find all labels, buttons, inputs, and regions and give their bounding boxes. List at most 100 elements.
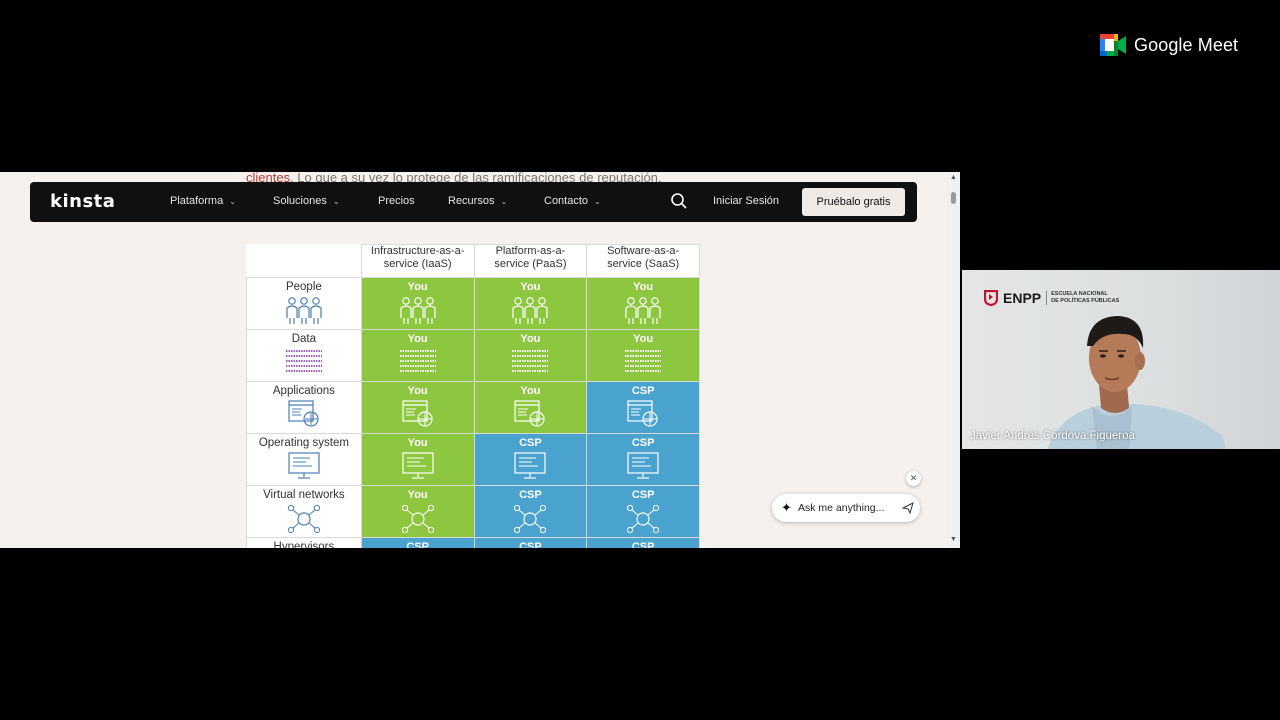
operating-system-icon [362, 451, 474, 480]
responsibility-label: You [407, 280, 428, 293]
applications-icon [587, 399, 699, 428]
responsibility-table: Infrastructure-as-a-service (IaaS) Platf… [246, 244, 700, 548]
responsibility-label: CSP [519, 488, 542, 501]
responsibility-label: You [520, 332, 541, 345]
scroll-thumb[interactable] [951, 192, 956, 204]
people-icon [247, 296, 361, 324]
table-row: People You You You [246, 276, 700, 330]
people-icon [475, 296, 587, 324]
data-icon [475, 348, 587, 374]
people-icon [362, 296, 474, 324]
responsibility-table-image: Infrastructure-as-a-service (IaaS) Platf… [246, 244, 700, 548]
table-body: People You You You Data You You You Applications… [246, 276, 700, 549]
send-icon[interactable] [901, 501, 914, 519]
row-label-data: Data [246, 328, 362, 382]
table-cell: CSP [473, 484, 588, 538]
responsibility-label: You [407, 488, 428, 501]
shared-screen: clientes. Lo que a su vez lo protege de … [0, 172, 960, 548]
nav-item-label: Recursos [448, 195, 495, 207]
table-corner [246, 244, 362, 277]
nav-item-label: Soluciones [273, 195, 327, 207]
operating-system-icon [587, 451, 699, 480]
enpp-shield-icon [984, 290, 998, 306]
login-link[interactable]: Iniciar Sesión [713, 195, 779, 207]
table-cell: CSP [586, 536, 700, 548]
table-row: Data You You You [246, 328, 700, 382]
chevron-down-icon: ⌄ [332, 196, 340, 206]
responsibility-label: CSP [631, 488, 655, 501]
table-cell: CSP [473, 432, 588, 486]
responsibility-label: CSP [519, 540, 542, 549]
virtual-networks-icon [247, 504, 361, 534]
enpp-acronym: ENPP [1003, 290, 1042, 306]
table-cell: You [473, 328, 588, 382]
nav-item-recursos[interactable]: Recursos ⌄ [448, 195, 507, 207]
table-row: Hypervisors CSP CSP CSP [246, 536, 700, 549]
responsibility-label: You [520, 280, 541, 293]
table-cell: You [586, 328, 700, 382]
scrollbar[interactable]: ▲ ▼ [947, 172, 960, 548]
data-icon [247, 348, 361, 374]
nav-item-label: Precios [378, 195, 415, 207]
search-icon[interactable] [670, 192, 688, 210]
responsibility-label: You [407, 332, 428, 345]
virtual-networks-icon [587, 504, 699, 534]
table-cell: You [360, 432, 475, 486]
row-label-operating-system: Operating system [246, 432, 362, 486]
table-cell: You [473, 276, 588, 330]
operating-system-icon [247, 451, 361, 480]
participant-name: Javier Andrés Córdova Figueroa [970, 430, 1135, 442]
scroll-down-arrow-icon[interactable]: ▼ [950, 536, 957, 543]
table-cell: You [360, 276, 475, 330]
nav-item-plataforma[interactable]: Plataforma ⌄ [170, 195, 236, 207]
table-row: Operating system You CSP CSP [246, 432, 700, 486]
row-label-text: Applications [272, 384, 335, 397]
ask-assistant-input[interactable]: ✦ Ask me anything... [772, 494, 920, 522]
kinsta-logo[interactable]: kinsta [50, 191, 115, 212]
nav-item-contacto[interactable]: Contacto ⌄ [544, 195, 601, 207]
row-label-text: People [285, 280, 322, 293]
responsibility-label: CSP [519, 436, 542, 449]
column-header-saas: Software-as-a-service (SaaS) [586, 244, 700, 278]
google-meet-icon [1100, 34, 1126, 56]
chevron-down-icon: ⌄ [229, 196, 236, 206]
participant-tile[interactable]: ENPP ESCUELA NACIONAL DE POLÍTICAS PÚBLIC… [962, 270, 1280, 449]
table-cell: CSP [360, 536, 475, 549]
table-cell: You [360, 380, 475, 434]
chevron-down-icon: ⌄ [500, 196, 508, 206]
applications-icon [362, 399, 474, 428]
close-icon[interactable]: ✕ [906, 471, 921, 486]
scroll-up-arrow-icon[interactable]: ▲ [950, 174, 957, 181]
column-header-iaas: Infrastructure-as-a-service (IaaS) [360, 244, 475, 278]
responsibility-label: CSP [631, 436, 655, 449]
table-cell: You [360, 484, 475, 538]
google-meet-title: Google Meet [1134, 34, 1239, 55]
row-label-virtual-networks: Virtual networks [246, 484, 362, 538]
table-cell: You [586, 276, 700, 330]
operating-system-icon [475, 451, 587, 480]
ask-placeholder: Ask me anything... [798, 502, 885, 514]
responsibility-label: CSP [406, 540, 429, 549]
table-cell: CSP [586, 380, 700, 434]
row-label-people: People [246, 276, 362, 330]
people-icon [587, 296, 699, 324]
table-cell: CSP [473, 536, 588, 549]
table-header-row: Infrastructure-as-a-service (IaaS) Platf… [246, 244, 700, 278]
enpp-logo: ENPP ESCUELA NACIONAL DE POLÍTICAS PÚBLIC… [984, 290, 1119, 306]
responsibility-label: You [633, 332, 654, 345]
virtual-networks-icon [362, 504, 474, 534]
enpp-full-name: ESCUELA NACIONAL DE POLÍTICAS PÚBLICAS [1046, 291, 1119, 305]
nav-item-soluciones[interactable]: Soluciones ⌄ [273, 195, 340, 207]
table-cell: You [473, 380, 588, 434]
try-free-button[interactable]: Pruébalo gratis [802, 188, 905, 216]
google-meet-brand: Google Meet [1100, 34, 1238, 56]
nav-item-precios[interactable]: Precios [378, 195, 415, 207]
table-row: Applications You You CSP [246, 380, 700, 434]
table-row: Virtual networks You CSP CSP [246, 484, 700, 538]
responsibility-label: You [633, 280, 654, 293]
row-label-hypervisors: Hypervisors [246, 536, 362, 548]
virtual-networks-icon [475, 504, 587, 534]
row-label-text: Data [291, 332, 317, 345]
chevron-down-icon: ⌄ [594, 196, 601, 206]
data-icon [362, 348, 474, 374]
